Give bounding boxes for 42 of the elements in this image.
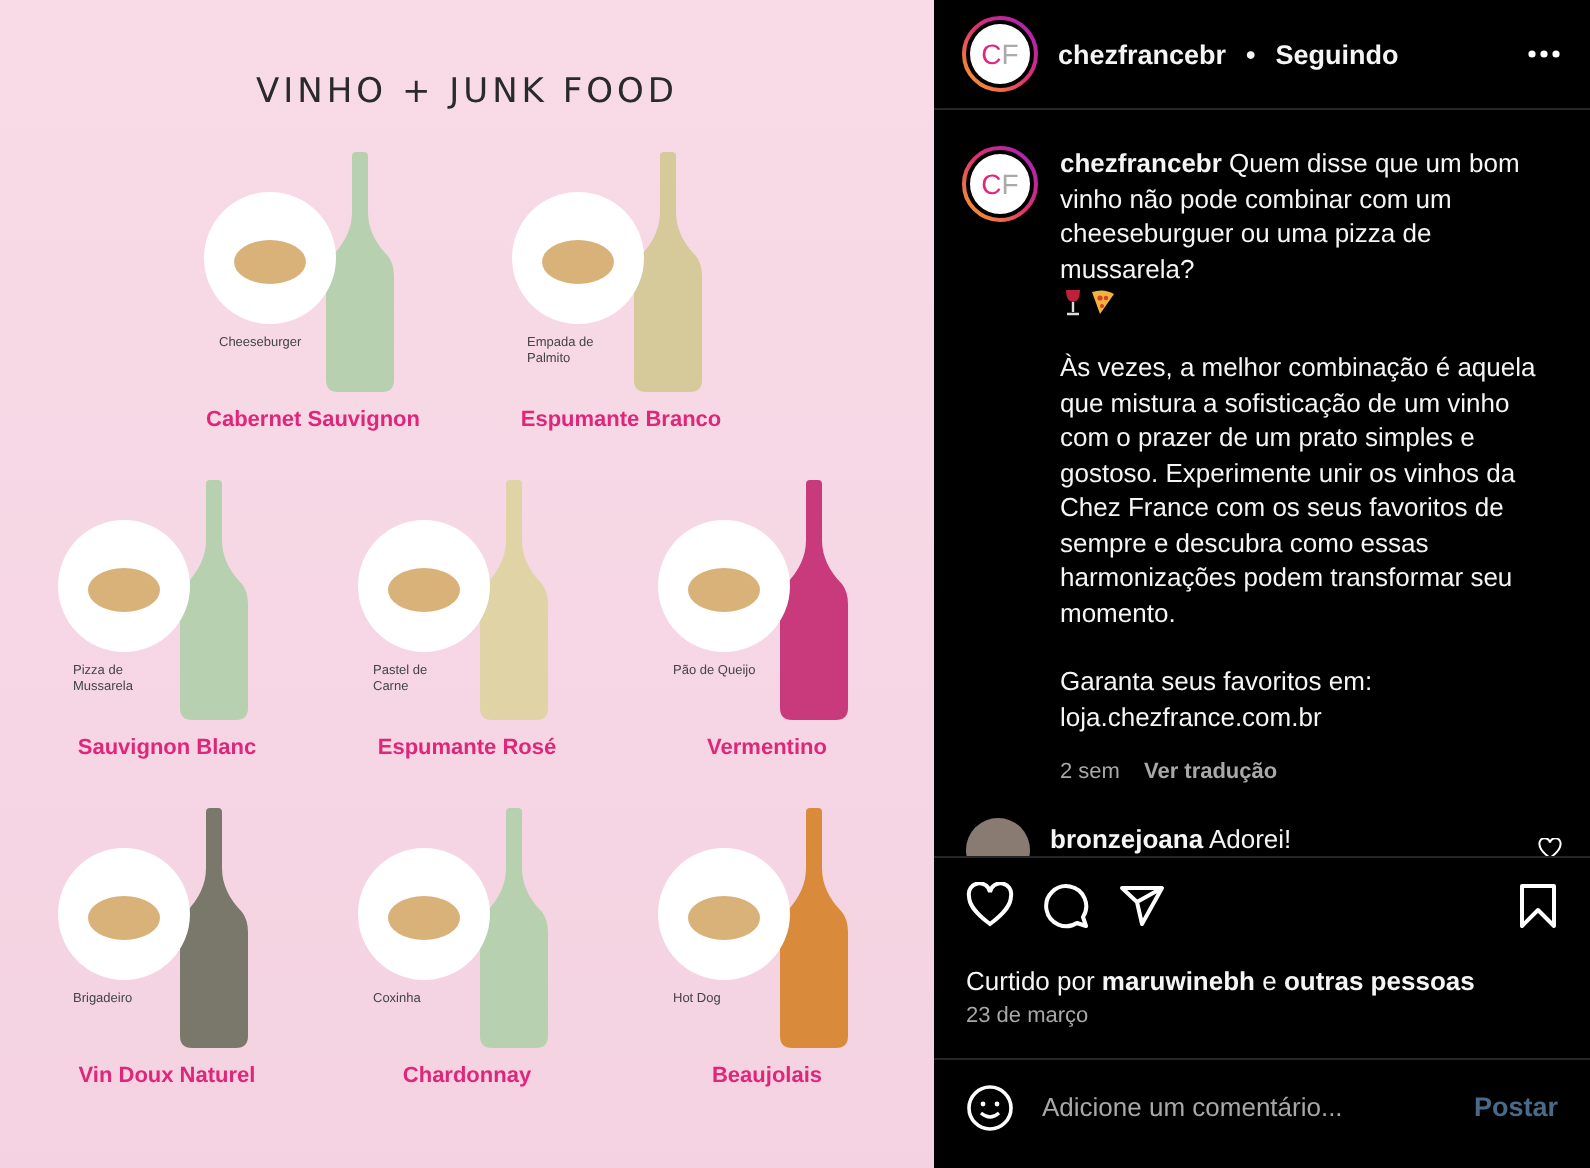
- post-button[interactable]: Postar: [1473, 1088, 1558, 1126]
- username-link[interactable]: chezfrancebr: [1058, 39, 1227, 69]
- caption-text: Garanta seus favoritos em:: [1060, 664, 1375, 699]
- like-comment-icon[interactable]: [1538, 837, 1562, 855]
- more-options-icon[interactable]: [1526, 48, 1562, 60]
- wine-name: Cabernet Sauvignon: [206, 408, 420, 432]
- bookmark-icon[interactable]: [1514, 881, 1562, 929]
- profile-avatar[interactable]: CF: [962, 16, 1038, 92]
- comment-input[interactable]: Adicione um comentário...: [1042, 1084, 1446, 1130]
- caption-text: chezfrancebr Quem disse que um bom vinho não pode combinar com um cheeseburguer ou uma pizza de mussarela?: [1060, 146, 1522, 286]
- pizza-slice-icon: [1090, 288, 1116, 316]
- separator-dot: •: [1246, 39, 1256, 69]
- wine-name: Vin Doux Naturel: [78, 1064, 256, 1088]
- food-photo-placeholder: [357, 520, 489, 652]
- comment-icon[interactable]: [1042, 881, 1090, 929]
- food-photo-placeholder: [57, 520, 189, 652]
- wine-glass-icon: [1060, 288, 1086, 316]
- share-icon[interactable]: [1118, 881, 1166, 929]
- wine-name: Vermentino: [707, 736, 827, 760]
- translate-link[interactable]: Ver tradução: [1143, 756, 1278, 791]
- food-photo-placeholder: [203, 192, 335, 324]
- infographic-title: VINHO + JUNK FOOD: [256, 72, 678, 112]
- store-link[interactable]: loja.chezfrance.com.br: [1060, 701, 1322, 731]
- post-age: 2 sem: [1060, 758, 1120, 788]
- post-date: 23 de março: [964, 1001, 1091, 1027]
- food-photo-placeholder: [657, 848, 789, 980]
- wine-name: Espumante Rosé: [377, 736, 557, 760]
- wine-name: Chardonnay: [402, 1064, 532, 1088]
- likes-summary: Curtido por maruwinebh e outras pessoas: [964, 963, 1477, 995]
- food-photo-placeholder: [357, 848, 489, 980]
- wine-name: Beaujolais: [711, 1064, 823, 1088]
- wine-name: Espumante Branco: [520, 408, 722, 432]
- comment-text: bronzejoana Adorei!: [1050, 823, 1292, 853]
- food-photo-placeholder: [511, 192, 643, 324]
- following-button[interactable]: Seguindo: [1275, 39, 1399, 69]
- food-photo-placeholder: [657, 520, 789, 652]
- like-icon[interactable]: [966, 881, 1014, 929]
- caption-text: Às vezes, a melhor combinação é aquela que mistura a sofisticação de um vinho com o prazer de um prato simples e gostoso. Experimente unir os vinhos da Chez France com os seus favoritos de sempre e descubra como essas harmonizações podem transformar seu momento.: [1060, 350, 1538, 630]
- food-photo-placeholder: [57, 848, 189, 980]
- emoji-icon[interactable]: [966, 1083, 1014, 1131]
- wine-name: Sauvignon Blanc: [77, 736, 257, 760]
- profile-avatar[interactable]: CF: [962, 146, 1038, 222]
